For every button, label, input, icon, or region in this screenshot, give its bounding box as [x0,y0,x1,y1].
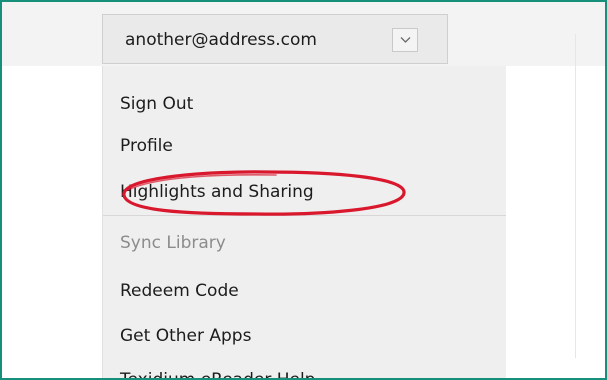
menu-item-sync-library: Sync Library [120,233,226,253]
menu-separator [103,215,506,216]
dropdown-toggle-button[interactable] [392,28,418,52]
menu-item-texidium-ereader-help[interactable]: Texidium eReader Help [120,369,315,378]
account-menu: Sign Out Profile Highlights and Sharing … [102,66,506,378]
panel-divider [575,34,576,358]
menu-item-profile[interactable]: Profile [120,135,173,157]
account-dropdown[interactable]: another@address.com [102,14,448,64]
menu-item-highlights-and-sharing[interactable]: Highlights and Sharing [120,181,314,203]
screenshot-frame: another@address.com Sign Out Profile Hig… [0,0,607,380]
menu-item-redeem-code[interactable]: Redeem Code [120,280,239,302]
menu-item-get-other-apps[interactable]: Get Other Apps [120,325,251,347]
account-email: another@address.com [125,30,317,50]
menu-item-sign-out[interactable]: Sign Out [120,93,193,115]
chevron-down-icon [400,37,411,43]
